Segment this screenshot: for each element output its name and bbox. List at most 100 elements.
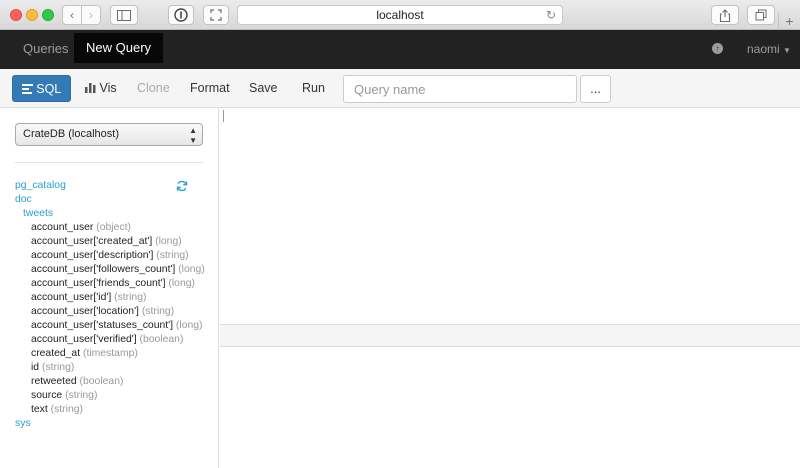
caret-down-icon: ▼ xyxy=(783,46,791,55)
column-item[interactable]: retweeted (boolean) xyxy=(15,375,215,389)
column-name: account_user['description'] xyxy=(31,250,154,261)
url-bar[interactable]: localhost ↻ xyxy=(237,5,563,25)
column-name: account_user['followers_count'] xyxy=(31,264,176,275)
column-name: retweeted xyxy=(31,376,77,387)
upload-icon[interactable]: ↑ xyxy=(712,43,723,54)
column-type: (string) xyxy=(141,306,175,317)
align-left-icon xyxy=(21,84,33,94)
query-editor[interactable] xyxy=(220,108,800,324)
column-name: account_user['verified'] xyxy=(31,334,137,345)
column-type: (string) xyxy=(156,250,189,261)
column-name: text xyxy=(31,404,48,415)
tabs-icon xyxy=(755,9,767,21)
more-options-button[interactable]: ... xyxy=(580,75,611,103)
reload-icon[interactable]: ↻ xyxy=(546,8,556,22)
back-button[interactable]: ‹ xyxy=(62,5,82,25)
column-item[interactable]: created_at (timestamp) xyxy=(15,347,215,361)
schema-tree: pg_catalog doc tweets account_user (obje… xyxy=(15,179,215,431)
save-button[interactable]: Save xyxy=(249,75,278,102)
column-item[interactable]: source (string) xyxy=(15,389,215,403)
column-item[interactable]: account_user['friends_count'] (long) xyxy=(15,277,215,291)
clone-button[interactable]: Clone xyxy=(137,75,170,102)
column-type: (string) xyxy=(65,390,98,401)
column-item[interactable]: text (string) xyxy=(15,403,215,417)
column-item[interactable]: id (string) xyxy=(15,361,215,375)
plus-icon: + xyxy=(785,13,794,29)
column-type: (boolean) xyxy=(139,334,184,345)
minimize-window-button[interactable] xyxy=(26,9,38,21)
info-circle-icon xyxy=(174,8,188,22)
select-arrows-icon: ▲ ▼ xyxy=(189,126,197,145)
column-type: (long) xyxy=(155,236,182,247)
vis-button[interactable]: Vis xyxy=(85,75,117,102)
chevron-left-icon: ‹ xyxy=(70,8,74,22)
column-type: (long) xyxy=(178,264,205,275)
column-item[interactable]: account_user['location'] (string) xyxy=(15,305,215,319)
nav-new-query[interactable]: New Query xyxy=(74,33,164,63)
column-type: (string) xyxy=(41,362,75,373)
tabs-button[interactable] xyxy=(747,5,775,25)
query-toolbar: SQL Vis Clone Format Save Run ... xyxy=(0,69,800,108)
forward-button[interactable]: › xyxy=(81,5,101,25)
sql-label: SQL xyxy=(36,82,62,96)
divider xyxy=(15,162,203,163)
column-name: account_user['statuses_count'] xyxy=(31,320,174,331)
column-type: (boolean) xyxy=(79,376,124,387)
column-list: account_user (object) account_user['creat… xyxy=(15,221,215,417)
text-cursor xyxy=(223,110,224,122)
user-menu[interactable]: naomi ▼ xyxy=(747,30,791,69)
column-item[interactable]: account_user['verified'] (boolean) xyxy=(15,333,215,347)
column-type: (string) xyxy=(50,404,83,415)
column-type: (long) xyxy=(168,278,195,289)
bar-chart-icon xyxy=(85,83,96,93)
browser-chrome: ‹ › localhost ↻ + xyxy=(0,0,800,30)
column-name: account_user['location'] xyxy=(31,306,139,317)
datasource-value: CrateDB (localhost) xyxy=(23,128,119,140)
sidebar-toggle-button[interactable] xyxy=(110,5,138,25)
column-item[interactable]: account_user['description'] (string) xyxy=(15,249,215,263)
chevron-right-icon: › xyxy=(89,8,93,22)
column-name: account_user['id'] xyxy=(31,292,112,303)
sql-button[interactable]: SQL xyxy=(12,75,71,102)
schema-doc[interactable]: doc xyxy=(15,193,215,207)
schema-sidebar: CrateDB (localhost) ▲ ▼ pg_catalog doc tw… xyxy=(0,108,219,468)
column-name: created_at xyxy=(31,348,81,359)
zoom-window-button[interactable] xyxy=(42,9,54,21)
schema-sys[interactable]: sys xyxy=(15,417,215,431)
vis-label: Vis xyxy=(99,81,117,95)
expand-icon xyxy=(210,9,222,21)
column-name: id xyxy=(31,362,40,373)
column-type: (long) xyxy=(175,320,203,331)
fullscreen-button[interactable] xyxy=(203,5,229,25)
query-name-input[interactable] xyxy=(343,75,577,103)
share-icon xyxy=(719,8,731,22)
sidebar-icon xyxy=(117,9,131,21)
column-name: account_user['friends_count'] xyxy=(31,278,166,289)
column-name: account_user xyxy=(31,222,94,233)
column-item[interactable]: account_user['followers_count'] (long) xyxy=(15,263,215,277)
run-button[interactable]: Run xyxy=(302,75,325,102)
column-type: (object) xyxy=(96,222,131,233)
datasource-select[interactable]: CrateDB (localhost) ▲ ▼ xyxy=(15,123,203,146)
app-navbar: Queries New Query xyxy=(0,30,800,69)
column-item[interactable]: account_user['created_at'] (long) xyxy=(15,235,215,249)
nav-queries[interactable]: Queries xyxy=(23,30,69,68)
url-text: localhost xyxy=(376,8,424,22)
schema-pg-catalog[interactable]: pg_catalog xyxy=(15,179,215,193)
column-type: (timestamp) xyxy=(83,348,138,359)
results-pane xyxy=(220,347,800,468)
column-name: source xyxy=(31,390,63,401)
share-button[interactable] xyxy=(711,5,739,25)
column-type: (string) xyxy=(114,292,147,303)
format-button[interactable]: Format xyxy=(190,75,230,102)
column-item[interactable]: account_user['id'] (string) xyxy=(15,291,215,305)
user-name: naomi xyxy=(747,42,780,56)
column-item[interactable]: account_user['statuses_count'] (long) xyxy=(15,319,215,333)
column-name: account_user['created_at'] xyxy=(31,236,153,247)
password-button[interactable] xyxy=(168,5,194,25)
new-tab-button[interactable]: + xyxy=(778,13,800,30)
table-tweets[interactable]: tweets xyxy=(15,207,215,221)
column-item[interactable]: account_user (object) xyxy=(15,221,215,235)
editor-resize-handle[interactable] xyxy=(220,324,800,347)
close-window-button[interactable] xyxy=(10,9,22,21)
